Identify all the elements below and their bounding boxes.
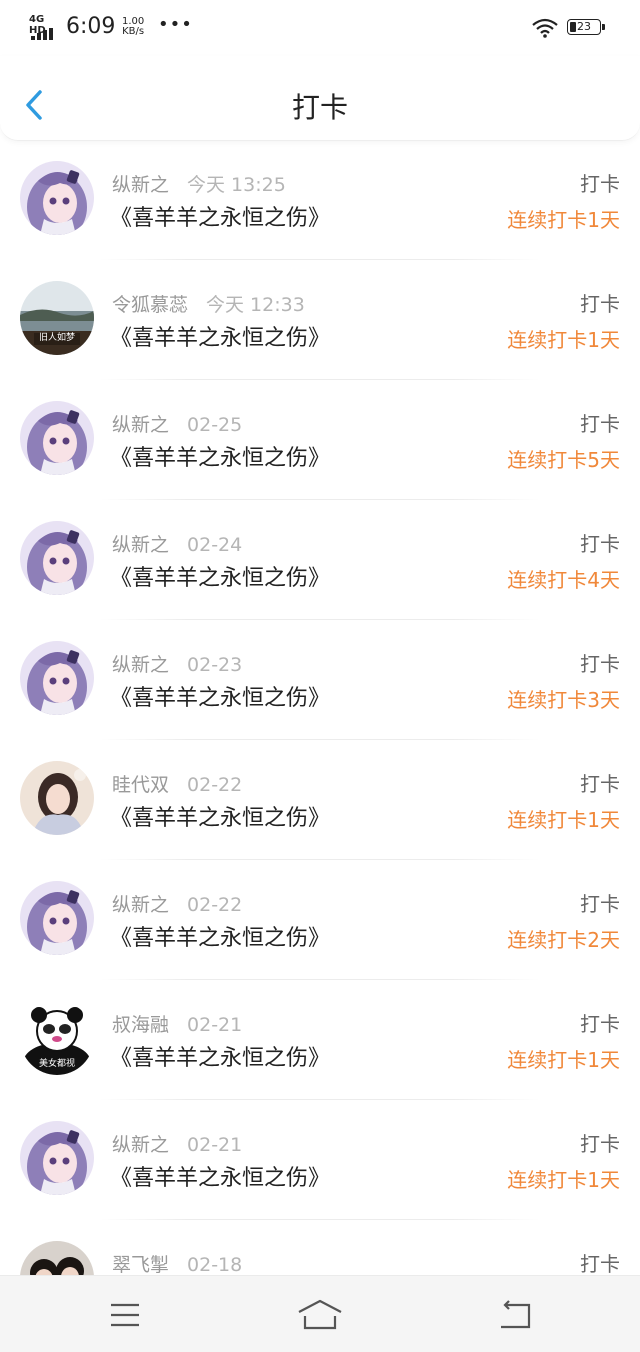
streak-label: 连续打卡1天 (507, 808, 620, 832)
item-meta: 纵新之 今天 13:25 (112, 170, 286, 197)
home-button[interactable] (295, 1298, 345, 1332)
book-title: 《喜羊羊之永恒之伤》 (110, 566, 331, 591)
avatar[interactable] (20, 1241, 94, 1275)
network-speed: 1.00 KB/s (122, 17, 144, 37)
streak-label: 连续打卡1天 (507, 208, 620, 232)
list-item[interactable]: 眭代双 02-22 《喜羊羊之永恒之伤》 打卡连续打卡1天 (0, 740, 640, 860)
checkin-list: 纵新之 今天 13:25 《喜羊羊之永恒之伤》 打卡 连续打卡1天 旧人如梦 令狐慕蕊 今天 … (0, 140, 640, 1275)
avatar[interactable] (20, 641, 94, 715)
battery-icon: 23 (567, 19, 605, 37)
checkin-time: 今天 13:25 (187, 174, 286, 196)
back-arrow-icon (501, 1300, 531, 1329)
list-item[interactable]: 美女都视 叔海融 02-21 《喜羊羊之永恒之伤》 打卡连续打卡1天 (0, 980, 640, 1100)
streak-label: 连续打卡4天 (507, 568, 620, 592)
list-item[interactable]: 纵新之 今天 13:25 《喜羊羊之永恒之伤》 打卡连续打卡1天 (0, 140, 640, 260)
streak-label: 连续打卡5天 (507, 448, 620, 472)
user-name[interactable]: 纵新之 (112, 1134, 169, 1156)
checkin-label: 打卡 (580, 652, 620, 676)
avatar[interactable] (20, 761, 94, 835)
checkin-time: 02-25 (187, 414, 243, 436)
checkin-label: 打卡 (580, 532, 620, 556)
user-name[interactable]: 纵新之 (112, 534, 169, 556)
user-name[interactable]: 令狐慕蕊 (112, 294, 188, 316)
checkin-time: 02-23 (187, 654, 243, 676)
book-title: 《喜羊羊之永恒之伤》 (110, 806, 331, 831)
user-name[interactable]: 叔海融 (112, 1014, 169, 1036)
home-icon (298, 1299, 342, 1330)
item-meta: 眭代双 02-22 (112, 770, 242, 797)
avatar[interactable] (20, 161, 94, 235)
item-meta: 翠飞掣 02-18 (112, 1250, 242, 1275)
book-title: 《喜羊羊之永恒之伤》 (110, 206, 331, 231)
checkin-label: 打卡 (580, 772, 620, 796)
more-notifications-icon: ••• (158, 14, 193, 35)
battery-level: 23 (577, 20, 591, 33)
menu-icon (111, 1303, 139, 1327)
item-meta: 令狐慕蕊 今天 12:33 (112, 290, 305, 317)
user-name[interactable]: 翠飞掣 (112, 1254, 169, 1275)
list-item[interactable]: 纵新之 02-25 《喜羊羊之永恒之伤》 打卡连续打卡5天 (0, 380, 640, 500)
status-bar: 4G HD 6:09 1.00 KB/s ••• 23 (0, 0, 640, 56)
checkin-label: 打卡 (580, 1012, 620, 1036)
book-title: 《喜羊羊之永恒之伤》 (110, 446, 331, 471)
avatar[interactable]: 旧人如梦 (20, 281, 94, 355)
book-title: 《喜羊羊之永恒之伤》 (110, 926, 331, 951)
system-nav-bar (0, 1275, 640, 1352)
checkin-label: 打卡 (580, 412, 620, 436)
checkin-time: 02-22 (187, 894, 243, 916)
user-name[interactable]: 纵新之 (112, 894, 169, 916)
cellular-signal-icon: 4G HD (29, 14, 59, 40)
streak-label: 连续打卡1天 (507, 328, 620, 352)
checkin-time: 02-24 (187, 534, 243, 556)
user-name[interactable]: 纵新之 (112, 174, 169, 196)
item-meta: 纵新之 02-21 (112, 1130, 242, 1157)
item-meta: 纵新之 02-23 (112, 650, 242, 677)
list-item[interactable]: 旧人如梦 令狐慕蕊 今天 12:33 《喜羊羊之永恒之伤》 打卡连续打卡1天 (0, 260, 640, 380)
list-item[interactable]: 纵新之 02-22 《喜羊羊之永恒之伤》 打卡连续打卡2天 (0, 860, 640, 980)
list-item[interactable]: 纵新之 02-24 《喜羊羊之永恒之伤》 打卡连续打卡4天 (0, 500, 640, 620)
item-meta: 纵新之 02-22 (112, 890, 242, 917)
avatar[interactable]: 美女都视 (20, 1001, 94, 1075)
streak-label: 连续打卡2天 (507, 928, 620, 952)
checkin-label: 打卡 (580, 292, 620, 316)
checkin-label: 打卡 (580, 1252, 620, 1275)
speed-unit: KB/s (122, 26, 145, 37)
checkin-time: 02-22 (187, 774, 243, 796)
checkin-time: 02-21 (187, 1134, 243, 1156)
back-nav-button[interactable] (490, 1298, 540, 1332)
book-title: 《喜羊羊之永恒之伤》 (110, 1166, 331, 1191)
user-name[interactable]: 眭代双 (112, 774, 169, 796)
book-title: 《喜羊羊之永恒之伤》 (110, 326, 331, 351)
checkin-time: 02-18 (187, 1254, 243, 1275)
wifi-icon (532, 18, 558, 38)
checkin-label: 打卡 (580, 1132, 620, 1156)
list-item[interactable]: 纵新之 02-21 《喜羊羊之永恒之伤》 打卡连续打卡1天 (0, 1100, 640, 1220)
avatar[interactable] (20, 521, 94, 595)
list-item[interactable]: 翠飞掣 02-18 打卡 (0, 1220, 640, 1275)
checkin-label: 打卡 (580, 892, 620, 916)
item-meta: 纵新之 02-24 (112, 530, 242, 557)
avatar-caption: 旧人如梦 (38, 333, 75, 343)
list-item[interactable]: 纵新之 02-23 《喜羊羊之永恒之伤》 打卡连续打卡3天 (0, 620, 640, 740)
avatar[interactable] (20, 401, 94, 475)
checkin-label: 打卡 (580, 172, 620, 196)
avatar-caption: 美女都视 (38, 1059, 75, 1069)
book-title: 《喜羊羊之永恒之伤》 (110, 1046, 331, 1071)
clock: 6:09 (66, 14, 116, 39)
checkin-time: 今天 12:33 (206, 294, 305, 316)
menu-button[interactable] (100, 1298, 150, 1332)
streak-label: 连续打卡1天 (507, 1168, 620, 1192)
streak-label: 连续打卡3天 (507, 688, 620, 712)
streak-label: 连续打卡1天 (507, 1048, 620, 1072)
user-name[interactable]: 纵新之 (112, 654, 169, 676)
checkin-time: 02-21 (187, 1014, 243, 1036)
item-meta: 叔海融 02-21 (112, 1010, 242, 1037)
item-meta: 纵新之 02-25 (112, 410, 242, 437)
avatar[interactable] (20, 881, 94, 955)
book-title: 《喜羊羊之永恒之伤》 (110, 686, 331, 711)
header: 打卡 (0, 56, 640, 141)
page-title: 打卡 (291, 91, 348, 124)
avatar[interactable] (20, 1121, 94, 1195)
user-name[interactable]: 纵新之 (112, 414, 169, 436)
